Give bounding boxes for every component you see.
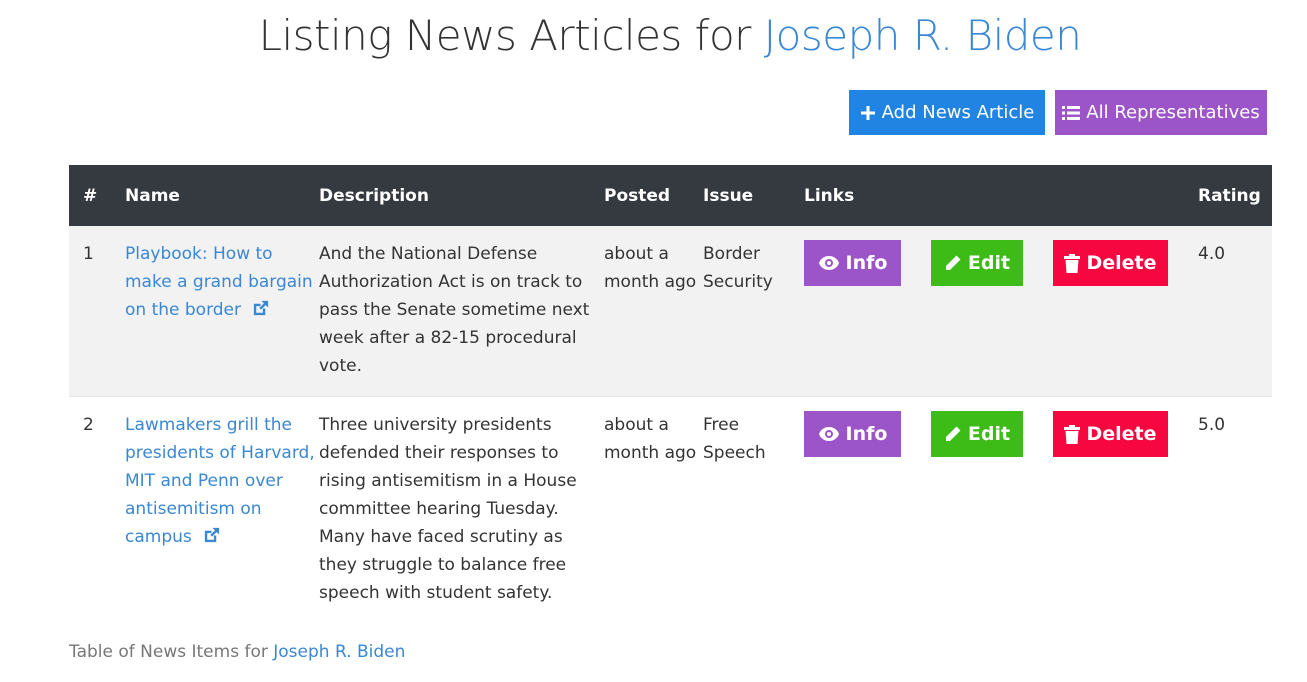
external-link-icon[interactable] [202,526,221,545]
page-title: Listing News Articles for Joseph R. Bide… [0,6,1307,66]
article-title: Playbook: How to make a grand bargain on… [125,244,313,320]
row-actions: Info Edit Delete [804,240,1198,286]
rating-cell: 5.0 [1198,396,1272,623]
trash-icon [1064,253,1081,273]
article-name-cell: Lawmakers grill the presidents of Harvar… [125,396,319,623]
info-button[interactable]: Info [804,411,901,457]
page-title-representative: Joseph R. Biden [763,11,1082,60]
table-caption-representative: Joseph R. Biden [273,642,406,662]
column-header-description: Description [319,165,604,226]
delete-button[interactable]: Delete [1053,411,1168,457]
column-header-posted: Posted [604,165,703,226]
issue-cell: Border Security [703,226,804,397]
column-header-number: # [69,165,125,226]
plus-icon [860,105,875,120]
links-cell: Info Edit Delete [804,396,1198,623]
all-representatives-button[interactable]: All Representatives [1055,90,1267,135]
info-label: Info [845,252,888,274]
edit-button[interactable]: Edit [931,240,1023,286]
all-representatives-label: All Representatives [1086,102,1260,123]
article-link[interactable]: Lawmakers grill the presidents of Harvar… [125,415,315,547]
column-header-links: Links [804,165,1198,226]
rating-cell: 4.0 [1198,226,1272,397]
column-header-issue: Issue [703,165,804,226]
external-link-icon[interactable] [251,299,270,318]
add-news-article-button[interactable]: Add News Article [849,90,1045,135]
pencil-icon [945,426,961,441]
article-link[interactable]: Playbook: How to make a grand bargain on… [125,244,313,320]
table-caption: Table of News Items for Joseph R. Biden [69,642,405,662]
column-header-rating: Rating [1198,165,1272,226]
row-number: 2 [69,396,125,623]
trash-icon [1064,424,1081,444]
row-number: 1 [69,226,125,397]
eye-icon [818,256,839,270]
links-cell: Info Edit Delete [804,226,1198,397]
list-icon [1062,105,1081,120]
description-cell: Three university presidents defended the… [319,396,604,623]
news-table: # Name Description Posted Issue Links Ra… [69,165,1272,623]
table-row: 1 Playbook: How to make a grand bargain … [69,226,1272,397]
edit-button[interactable]: Edit [931,411,1023,457]
delete-label: Delete [1086,252,1157,274]
edit-label: Edit [967,252,1011,274]
column-header-name: Name [125,165,319,226]
eye-icon [818,427,839,441]
posted-cell: about a month ago [604,226,703,397]
delete-label: Delete [1086,423,1157,445]
page-title-prefix: Listing News Articles for [258,11,752,60]
posted-cell: about a month ago [604,396,703,623]
article-name-cell: Playbook: How to make a grand bargain on… [125,226,319,397]
table-header-row: # Name Description Posted Issue Links Ra… [69,165,1272,226]
edit-label: Edit [967,423,1011,445]
delete-button[interactable]: Delete [1053,240,1168,286]
add-news-article-label: Add News Article [881,102,1035,123]
row-actions: Info Edit Delete [804,411,1198,457]
description-cell: And the National Defense Authorization A… [319,226,604,397]
table-row: 2 Lawmakers grill the presidents of Harv… [69,396,1272,623]
table-caption-prefix: Table of News Items for [69,642,268,662]
issue-cell: Free Speech [703,396,804,623]
info-label: Info [845,423,888,445]
pencil-icon [945,255,961,270]
info-button[interactable]: Info [804,240,901,286]
